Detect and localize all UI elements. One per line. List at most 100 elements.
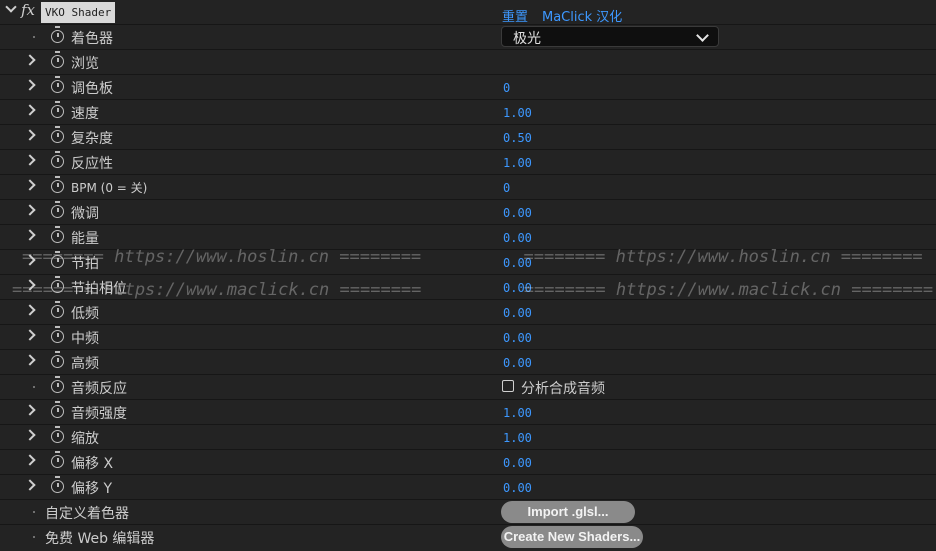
param-value[interactable]: 0.00 (503, 206, 532, 220)
expand-chevron-icon[interactable] (24, 304, 36, 316)
param-label: 偏移 Y (71, 481, 113, 497)
param-value[interactable]: 1.00 (503, 156, 532, 170)
param-label: BPM (0 = 关) (71, 181, 148, 195)
row-dot (33, 386, 35, 388)
param-label: 调色板 (71, 81, 113, 97)
param-row-audio-react: 音频反应 分析合成音频 (0, 375, 936, 400)
param-label: 高频 (71, 356, 99, 372)
expand-chevron-icon[interactable] (24, 54, 36, 66)
stopwatch-icon[interactable] (51, 276, 64, 293)
param-row-custom-shader: 自定义着色器 Import .glsl... (0, 500, 936, 525)
expand-chevron-icon[interactable] (24, 454, 36, 466)
expand-chevron-icon[interactable] (24, 79, 36, 91)
param-label: 自定义着色器 (45, 506, 129, 522)
param-row-scale: 缩放 1.00 (0, 425, 936, 450)
expand-chevron-icon[interactable] (24, 104, 36, 116)
param-row-complexity: 复杂度 0.50 (0, 125, 936, 150)
analyze-audio-checkbox[interactable] (502, 380, 514, 392)
stopwatch-icon[interactable] (51, 426, 64, 443)
param-row-beat: 节拍 0.00 (0, 250, 936, 275)
param-value[interactable]: 0.00 (503, 281, 532, 295)
stopwatch-icon[interactable] (51, 201, 64, 218)
param-row-low-freq: 低频 0.00 (0, 300, 936, 325)
param-value[interactable]: 0.00 (503, 331, 532, 345)
expand-chevron-icon[interactable] (24, 329, 36, 341)
chevron-down-icon (696, 29, 709, 42)
param-row-beat-phase: 节拍相位 0.00 (0, 275, 936, 300)
create-shaders-button[interactable]: Create New Shaders... (501, 526, 643, 548)
param-value[interactable]: 0.00 (503, 306, 532, 320)
stopwatch-icon[interactable] (51, 26, 64, 43)
stopwatch-icon[interactable] (51, 351, 64, 368)
expand-chevron-icon[interactable] (24, 429, 36, 441)
param-label: 音频强度 (71, 406, 127, 422)
shader-dropdown[interactable]: 极光 (501, 26, 719, 47)
stopwatch-icon[interactable] (51, 126, 64, 143)
param-label: 速度 (71, 106, 99, 122)
row-dot (33, 536, 35, 538)
expand-chevron-icon[interactable] (24, 179, 36, 191)
stopwatch-icon[interactable] (51, 176, 64, 193)
param-label: 能量 (71, 231, 99, 247)
param-label: 反应性 (71, 156, 113, 172)
stopwatch-icon[interactable] (51, 326, 64, 343)
stopwatch-icon[interactable] (51, 226, 64, 243)
expand-chevron-icon[interactable] (24, 479, 36, 491)
row-dot (33, 36, 35, 38)
param-label: 缩放 (71, 431, 99, 447)
param-label: 节拍相位 (71, 281, 127, 297)
param-row-speed: 速度 1.00 (0, 100, 936, 125)
expand-chevron-icon[interactable] (24, 229, 36, 241)
credit-link[interactable]: MaClick 汉化 (542, 6, 622, 25)
param-row-palette: 调色板 0 (0, 75, 936, 100)
stopwatch-icon[interactable] (51, 451, 64, 468)
param-row-energy: 能量 0.00 (0, 225, 936, 250)
param-label: 节拍 (71, 256, 99, 272)
param-row-offset-y: 偏移 Y 0.00 (0, 475, 936, 500)
stopwatch-icon[interactable] (51, 151, 64, 168)
checkbox-label[interactable]: 分析合成音频 (521, 378, 605, 398)
expand-chevron-icon[interactable] (24, 404, 36, 416)
param-value[interactable]: 1.00 (503, 106, 532, 120)
expand-chevron-icon[interactable] (24, 254, 36, 266)
param-row-offset-x: 偏移 X 0.00 (0, 450, 936, 475)
expand-chevron-icon[interactable] (24, 129, 36, 141)
param-value[interactable]: 1.00 (503, 406, 532, 420)
stopwatch-icon[interactable] (51, 76, 64, 93)
expand-chevron-icon[interactable] (24, 204, 36, 216)
param-value[interactable]: 1.00 (503, 431, 532, 445)
param-value[interactable]: 0.00 (503, 456, 532, 470)
stopwatch-icon[interactable] (51, 101, 64, 118)
param-row-fine-tune: 微调 0.00 (0, 200, 936, 225)
stopwatch-icon[interactable] (51, 251, 64, 268)
param-value[interactable]: 0.00 (503, 481, 532, 495)
param-label: 中频 (71, 331, 99, 347)
param-value[interactable]: 0.00 (503, 356, 532, 370)
param-row-high-freq: 高频 0.00 (0, 350, 936, 375)
collapse-chevron-icon[interactable] (5, 1, 17, 13)
param-value[interactable]: 0.00 (503, 256, 532, 270)
fx-toggle-icon[interactable]: fx (21, 1, 35, 19)
param-label: 浏览 (71, 56, 99, 72)
stopwatch-icon[interactable] (51, 51, 64, 68)
reset-link[interactable]: 重置 (502, 6, 528, 25)
stopwatch-icon[interactable] (51, 401, 64, 418)
param-value[interactable]: 0 (503, 81, 510, 95)
expand-chevron-icon[interactable] (24, 154, 36, 166)
param-value[interactable]: 0.00 (503, 231, 532, 245)
effect-name[interactable]: VKO Shader (41, 2, 116, 23)
dropdown-value: 极光 (513, 31, 541, 47)
expand-chevron-icon[interactable] (24, 279, 36, 291)
stopwatch-icon[interactable] (51, 376, 64, 393)
stopwatch-icon[interactable] (51, 476, 64, 493)
param-row-web-editor: 免费 Web 编辑器 Create New Shaders... (0, 525, 936, 550)
param-row-bpm: BPM (0 = 关) 0 (0, 175, 936, 200)
expand-chevron-icon[interactable] (24, 354, 36, 366)
param-value[interactable]: 0.50 (503, 131, 532, 145)
import-glsl-button[interactable]: Import .glsl... (501, 501, 635, 523)
stopwatch-icon[interactable] (51, 301, 64, 318)
param-label: 微调 (71, 206, 99, 222)
effect-header: fx VKO Shader 重置 MaClick 汉化 (0, 0, 936, 25)
param-row-mid-freq: 中频 0.00 (0, 325, 936, 350)
param-value[interactable]: 0 (503, 181, 510, 195)
